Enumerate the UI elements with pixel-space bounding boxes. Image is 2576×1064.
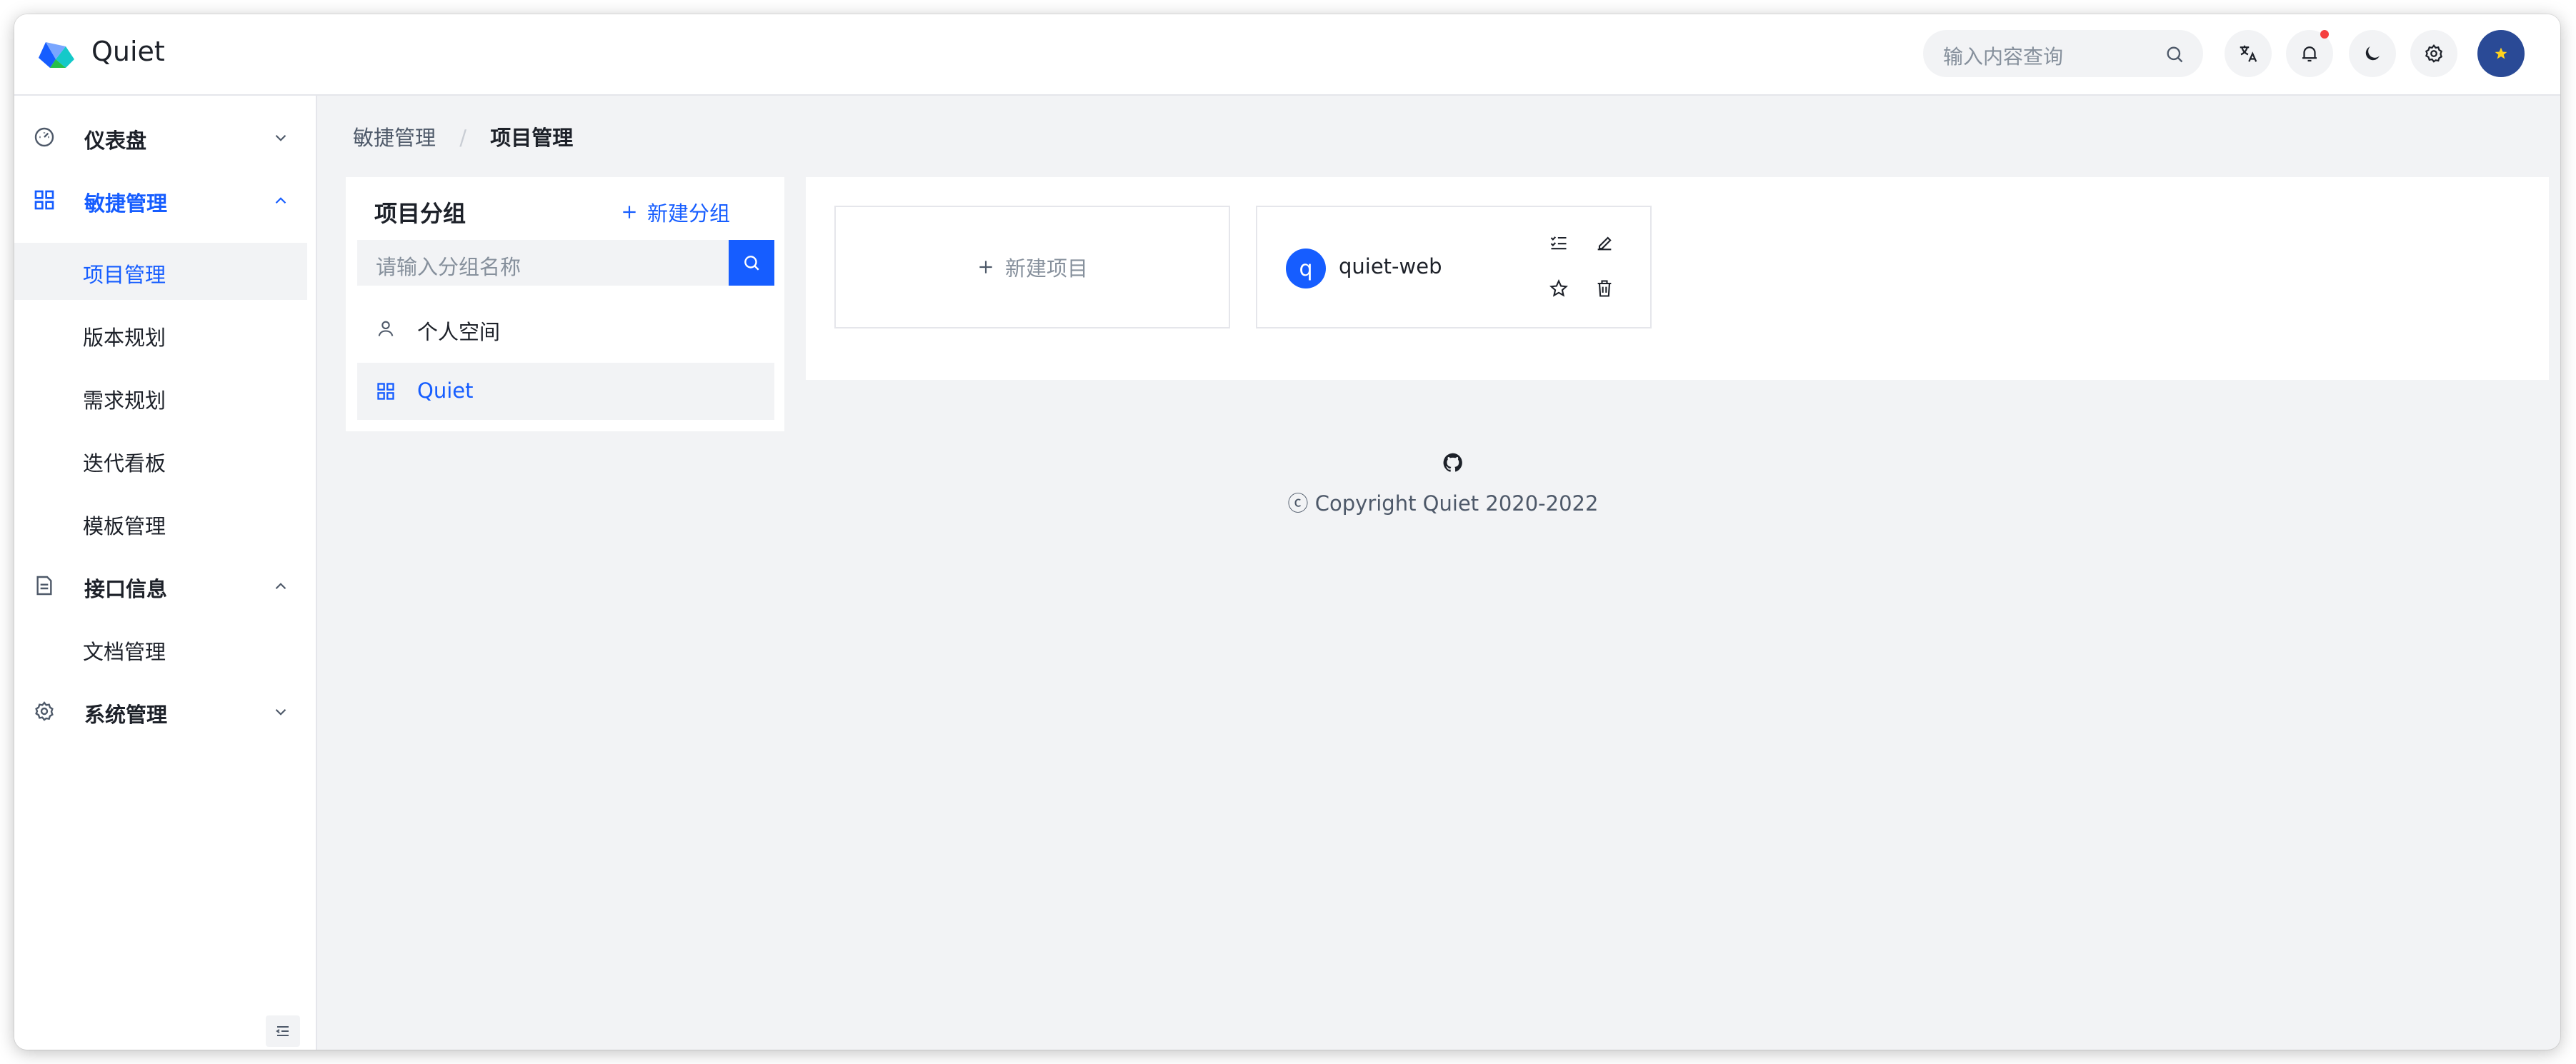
app-title: Quiet: [91, 36, 165, 67]
gear-icon: [2425, 44, 2442, 63]
edit-icon[interactable]: [1594, 233, 1614, 253]
language-button[interactable]: [2225, 30, 2272, 77]
user-avatar[interactable]: [2477, 30, 2525, 77]
copyright-text: ⓒ Copyright Quiet 2020-2022: [1287, 491, 1599, 516]
dashboard-icon: [34, 127, 54, 147]
chevron-up-icon: [275, 583, 286, 590]
menu-label: 系统管理: [84, 703, 168, 727]
sidebar-item-requirement-planning[interactable]: 需求规划: [14, 368, 307, 426]
project-group-panel: 项目分组 新建分组 请输入分组名称 个人空间 Quiet: [346, 177, 784, 431]
translate-icon: [2240, 45, 2257, 62]
search-placeholder: 输入内容查询: [1943, 45, 2064, 69]
sidebar-item-version-planning[interactable]: 版本规划: [14, 306, 307, 363]
group-search-input[interactable]: 请输入分组名称: [357, 240, 729, 286]
plus-icon: [623, 206, 636, 219]
new-group-label: 新建分组: [647, 201, 731, 226]
submenu-label: 文档管理: [83, 640, 166, 664]
chevron-up-icon: [275, 197, 286, 204]
group-item-label: 个人空间: [417, 320, 501, 344]
global-search-input[interactable]: 输入内容查询: [1923, 30, 2203, 77]
notification-button[interactable]: [2286, 30, 2333, 77]
breadcrumb-parent[interactable]: 敏捷管理: [353, 121, 436, 151]
apps-icon: [377, 383, 394, 400]
top-header: Quiet 输入内容查询: [14, 14, 2560, 96]
quiet-logo-icon[interactable]: [36, 39, 76, 69]
group-item-personal[interactable]: 个人空间: [357, 300, 774, 357]
new-group-button[interactable]: 新建分组: [620, 197, 730, 227]
plus-icon: [979, 261, 992, 273]
menu-label: 接口信息: [84, 577, 168, 601]
app-window: Quiet 输入内容查询 仪表盘 敏捷管理 项目管理 版本规划 需求规划 迭代看…: [14, 14, 2560, 1050]
star-icon: [2495, 47, 2507, 59]
menu-fold-icon: [276, 1026, 289, 1036]
sidebar-collapse-button[interactable]: [266, 1015, 300, 1047]
project-card[interactable]: q quiet-web: [1256, 206, 1652, 328]
notification-dot: [2320, 30, 2329, 39]
search-icon: [744, 256, 759, 271]
delete-icon[interactable]: [1594, 278, 1614, 298]
sidebar: 仪表盘 敏捷管理 项目管理 版本规划 需求规划 迭代看板 模板管理 接口信息 文…: [14, 96, 317, 1050]
breadcrumb: 敏捷管理 / 项目管理: [353, 121, 573, 151]
project-name[interactable]: quiet-web: [1339, 254, 1442, 278]
menu-api-info[interactable]: 接口信息: [14, 557, 317, 614]
new-project-label: 新建项目: [1004, 256, 1088, 281]
menu-dashboard[interactable]: 仪表盘: [14, 109, 317, 166]
bell-icon: [2302, 46, 2317, 62]
group-item-label: Quiet: [417, 378, 474, 403]
menu-label: 仪表盘: [84, 129, 147, 153]
user-icon: [378, 321, 394, 336]
menu-label: 敏捷管理: [84, 191, 168, 216]
breadcrumb-current: 项目管理: [490, 126, 574, 150]
chevron-down-icon: [275, 708, 286, 716]
submenu-label: 迭代看板: [83, 451, 166, 476]
submenu-label: 需求规划: [83, 388, 166, 413]
projects-panel: 新建项目 q quiet-web: [806, 177, 2549, 380]
sidebar-item-iteration-board[interactable]: 迭代看板: [14, 431, 307, 488]
star-icon[interactable]: [1549, 278, 1569, 298]
group-search-button[interactable]: [729, 240, 774, 286]
project-avatar: q: [1286, 249, 1326, 288]
menu-system[interactable]: 系统管理: [14, 683, 317, 740]
chevron-down-icon: [275, 134, 286, 141]
moon-icon: [2365, 46, 2380, 61]
task-list-icon[interactable]: [1549, 233, 1569, 253]
sidebar-item-project-management[interactable]: 项目管理: [14, 243, 307, 300]
group-item-quiet[interactable]: Quiet: [357, 363, 774, 420]
apps-icon: [34, 190, 54, 210]
sidebar-item-doc-management[interactable]: 文档管理: [14, 620, 307, 677]
new-project-card[interactable]: 新建项目: [834, 206, 1230, 328]
group-panel-title: 项目分组: [374, 200, 466, 227]
settings-button[interactable]: [2410, 30, 2457, 77]
submenu-label: 项目管理: [83, 263, 166, 287]
search-icon[interactable]: [2165, 44, 2185, 64]
menu-agile[interactable]: 敏捷管理: [14, 171, 317, 229]
theme-toggle-button[interactable]: [2349, 30, 2396, 77]
breadcrumb-separator: /: [459, 126, 467, 150]
group-search-placeholder: 请输入分组名称: [376, 255, 521, 279]
github-icon[interactable]: [1442, 451, 1464, 474]
settings-icon: [35, 701, 54, 721]
file-icon: [36, 576, 52, 596]
submenu-label: 版本规划: [83, 326, 166, 350]
